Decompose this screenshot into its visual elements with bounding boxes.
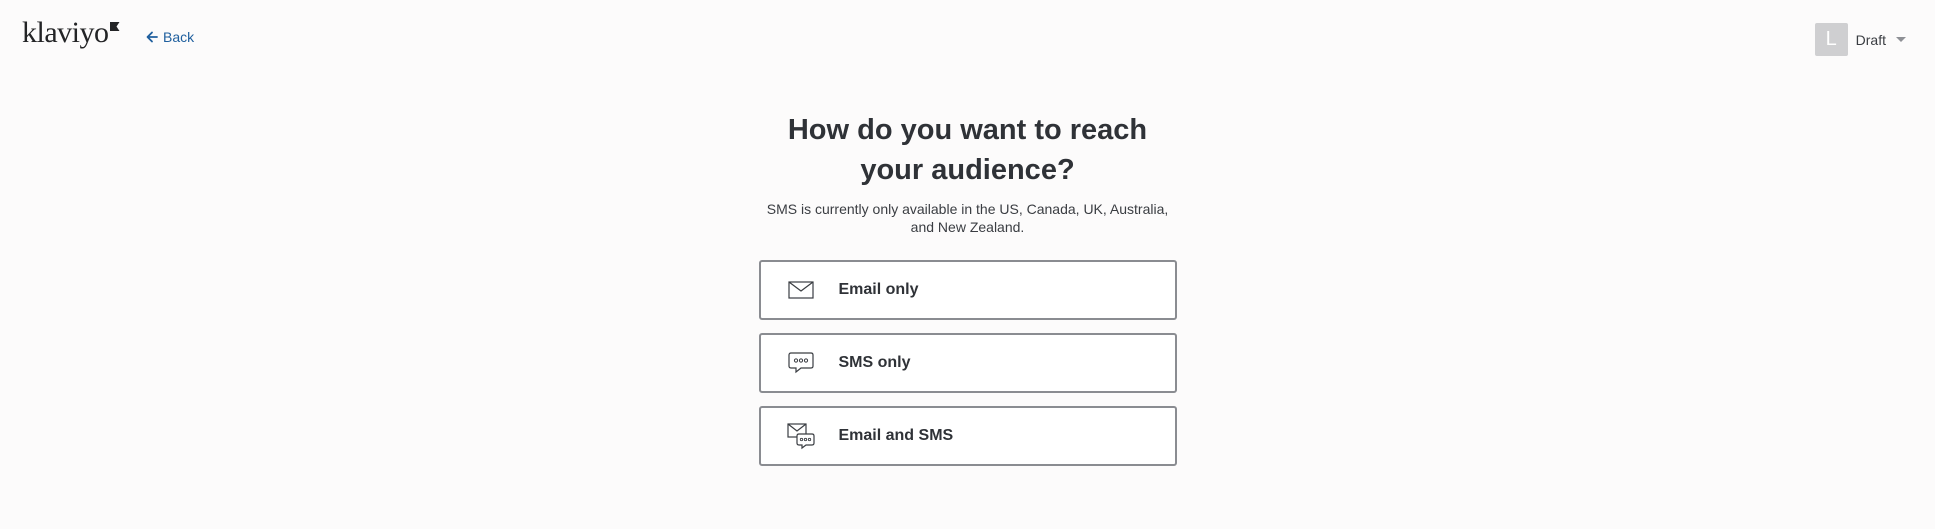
- option-label: Email and SMS: [838, 427, 954, 444]
- envelope-chat-icon: [786, 422, 815, 450]
- back-link[interactable]: Back: [146, 29, 194, 45]
- back-label: Back: [163, 29, 195, 45]
- envelope-icon: [787, 276, 815, 304]
- option-label: Email only: [838, 281, 919, 298]
- chevron-down-icon: [1896, 37, 1906, 42]
- status-dropdown[interactable]: L Draft: [1814, 23, 1906, 56]
- logo-text: klaviyo: [22, 16, 109, 49]
- status-label: Draft: [1855, 31, 1886, 48]
- avatar: L: [1814, 23, 1848, 56]
- option-label: SMS only: [838, 354, 911, 371]
- main-content: How do you want to reach your audience? …: [0, 110, 1935, 466]
- channel-options: Email only SMS only Email and SMS: [758, 260, 1177, 466]
- arrow-left-icon: [146, 31, 158, 43]
- option-email-only[interactable]: Email only: [758, 260, 1177, 320]
- page-title: How do you want to reach your audience?: [787, 114, 1148, 186]
- option-sms-only[interactable]: SMS only: [758, 333, 1177, 393]
- logo-flag-icon: [109, 22, 120, 31]
- chat-bubble-icon: [787, 349, 815, 377]
- option-email-and-sms[interactable]: Email and SMS: [758, 406, 1177, 466]
- sms-availability-note: SMS is currently only available in the U…: [766, 201, 1169, 235]
- klaviyo-logo[interactable]: klaviyo: [22, 18, 120, 48]
